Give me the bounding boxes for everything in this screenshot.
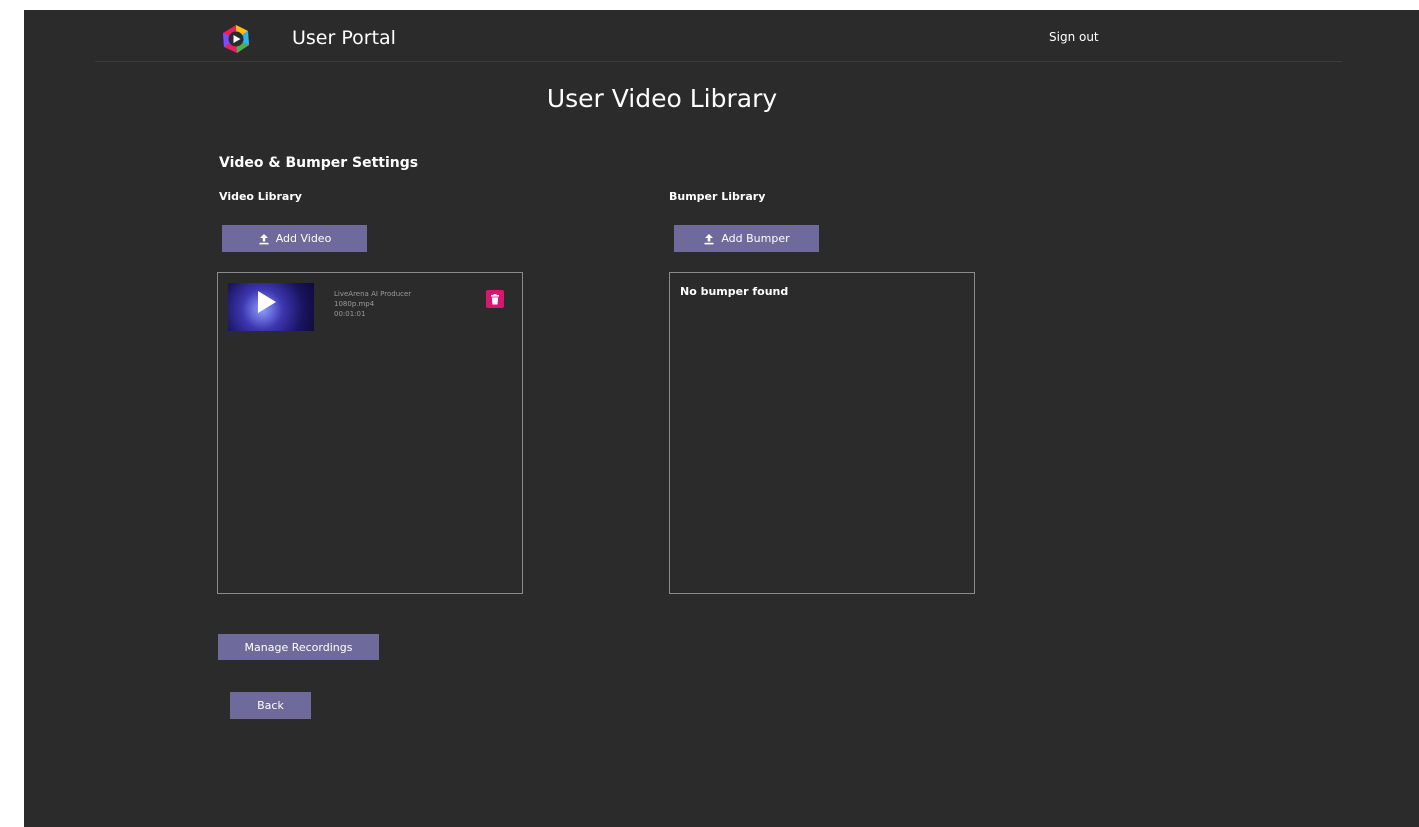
back-button[interactable]: Back [230, 692, 311, 719]
page-title: User Video Library [546, 84, 778, 113]
header-divider [95, 61, 1342, 62]
add-video-label: Add Video [275, 232, 332, 245]
sign-out-link[interactable]: Sign out [1049, 30, 1099, 44]
manage-recordings-button[interactable]: Manage Recordings [218, 634, 379, 660]
video-library-label: Video Library [219, 190, 302, 203]
delete-video-button[interactable] [486, 290, 504, 308]
video-library-panel: LiveArena AI Producer 1080p.mp4 00:01:01 [217, 272, 523, 594]
manage-recordings-label: Manage Recordings [244, 640, 353, 654]
upload-icon [704, 233, 714, 244]
bumper-library-panel: No bumper found [669, 272, 975, 594]
app-window: User Portal Sign out User Video Library … [24, 10, 1419, 827]
section-title: Video & Bumper Settings [219, 155, 419, 171]
trash-icon [491, 293, 499, 304]
add-video-button[interactable]: Add Video [222, 225, 367, 252]
empty-bumper-message: No bumper found [680, 285, 789, 298]
add-bumper-label: Add Bumper [721, 232, 790, 245]
video-title: LiveArena AI Producer [334, 290, 412, 298]
video-metadata: LiveArena AI Producer 1080p.mp4 00:01:01 [334, 289, 411, 319]
portal-title: User Portal [292, 27, 396, 49]
bumper-library-label: Bumper Library [669, 190, 766, 203]
video-duration: 00:01:01 [334, 310, 366, 318]
play-icon [258, 291, 276, 313]
video-thumbnail[interactable] [228, 283, 314, 331]
add-bumper-button[interactable]: Add Bumper [674, 225, 819, 252]
video-filename: 1080p.mp4 [334, 300, 375, 308]
upload-icon [259, 233, 269, 244]
back-label: Back [257, 699, 284, 712]
app-logo[interactable] [221, 24, 251, 54]
